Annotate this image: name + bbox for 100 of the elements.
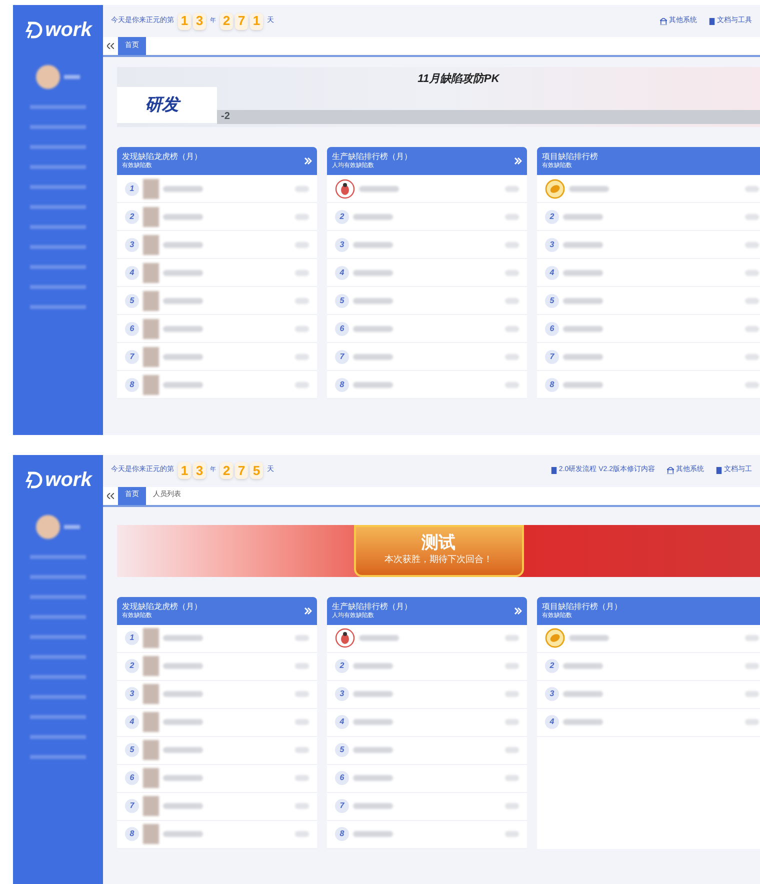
blurred-name bbox=[353, 326, 393, 332]
rank-number: 4 bbox=[545, 715, 559, 729]
blurred-name bbox=[163, 354, 203, 360]
blurred-name bbox=[353, 691, 393, 697]
blurred-name bbox=[163, 382, 203, 388]
blurred-name bbox=[563, 719, 603, 725]
logo-icon bbox=[24, 20, 44, 40]
counter-digit: 3 bbox=[193, 12, 206, 30]
rank-number: 2 bbox=[545, 210, 559, 224]
rank-number: 3 bbox=[545, 238, 559, 252]
counter-digit: 1 bbox=[178, 12, 191, 30]
blurred-menu-item[interactable] bbox=[30, 734, 86, 738]
rank-number: 7 bbox=[545, 350, 559, 364]
double-chevron-icon[interactable] bbox=[514, 606, 522, 614]
rank-number: 3 bbox=[125, 238, 139, 252]
rank-number: 1 bbox=[125, 631, 139, 645]
collapse-icon[interactable] bbox=[107, 492, 114, 498]
blurred-menu-item[interactable] bbox=[30, 225, 86, 229]
blurred-name bbox=[353, 214, 393, 220]
blurred-score bbox=[505, 775, 519, 781]
blurred-score bbox=[505, 803, 519, 809]
blurred-name bbox=[353, 242, 393, 248]
card-title: 发现缺陷龙虎榜（月） bbox=[122, 600, 203, 612]
blurred-menu-item[interactable] bbox=[30, 245, 86, 249]
blurred-score bbox=[505, 186, 519, 192]
logo-text: work bbox=[45, 470, 92, 490]
blurred-score bbox=[505, 270, 519, 276]
double-chevron-icon[interactable] bbox=[304, 606, 312, 614]
bug-icon bbox=[335, 628, 355, 648]
blurred-name bbox=[563, 354, 603, 360]
rank-number: 6 bbox=[125, 771, 139, 785]
medal-icon bbox=[545, 178, 565, 198]
winner-message: 本次获胜，期待下次回合！ bbox=[384, 553, 492, 566]
double-chevron-icon[interactable] bbox=[304, 157, 312, 165]
rank-number: 5 bbox=[125, 294, 139, 308]
blurred-name bbox=[569, 635, 609, 641]
blurred-score bbox=[505, 747, 519, 753]
blurred-name bbox=[563, 382, 603, 388]
blurred-menu-item[interactable] bbox=[30, 674, 86, 678]
user-avatar bbox=[36, 514, 60, 538]
blurred-name bbox=[163, 663, 203, 669]
blurred-menu-item[interactable] bbox=[30, 754, 86, 758]
logo-text: work bbox=[45, 20, 92, 40]
rank-number: 4 bbox=[125, 266, 139, 280]
counter-digit: 7 bbox=[235, 462, 248, 479]
blurred-name bbox=[563, 298, 603, 304]
blurred-name bbox=[163, 242, 203, 248]
blurred-menu-item[interactable] bbox=[30, 654, 86, 658]
blurred-menu-item[interactable] bbox=[30, 554, 86, 558]
collapse-icon[interactable] bbox=[107, 43, 114, 49]
blurred-username bbox=[64, 524, 80, 528]
blurred-menu-item[interactable] bbox=[30, 694, 86, 698]
blurred-menu-item[interactable] bbox=[30, 165, 86, 169]
blurred-name bbox=[353, 775, 393, 781]
blurred-name bbox=[163, 691, 203, 697]
rank-number: 4 bbox=[335, 266, 349, 280]
blurred-score bbox=[745, 270, 759, 276]
blurred-menu-item[interactable] bbox=[30, 125, 86, 129]
rank-number: 2 bbox=[335, 659, 349, 673]
team-name: 研发 bbox=[145, 94, 179, 116]
counter-digit: 2 bbox=[220, 12, 233, 30]
blurred-score bbox=[745, 382, 759, 388]
blurred-menu-item[interactable] bbox=[30, 574, 86, 578]
counter-digit: 3 bbox=[193, 462, 206, 479]
card-title: 发现缺陷龙虎榜（月） bbox=[122, 151, 203, 162]
double-chevron-icon[interactable] bbox=[514, 157, 522, 165]
blurred-score bbox=[295, 663, 309, 669]
blurred-score bbox=[505, 719, 519, 725]
blurred-menu-item[interactable] bbox=[30, 714, 86, 718]
rank-number: 2 bbox=[545, 659, 559, 673]
blurred-name bbox=[353, 719, 393, 725]
blurred-menu-item[interactable] bbox=[30, 634, 86, 638]
blurred-score bbox=[745, 326, 759, 332]
blurred-name bbox=[353, 663, 393, 669]
rank-number: 7 bbox=[125, 350, 139, 364]
rank-number: 5 bbox=[335, 743, 349, 757]
blurred-name bbox=[163, 298, 203, 304]
blurred-menu-item[interactable] bbox=[30, 205, 86, 209]
blurred-menu-item[interactable] bbox=[30, 614, 86, 618]
blurred-menu-item[interactable] bbox=[30, 305, 86, 309]
blurred-score bbox=[295, 270, 309, 276]
counter-digit: 2 bbox=[220, 462, 233, 479]
blurred-score bbox=[505, 326, 519, 332]
rank-number: 3 bbox=[125, 687, 139, 701]
blurred-name bbox=[353, 803, 393, 809]
blurred-menu-item[interactable] bbox=[30, 185, 86, 189]
rank-number: 3 bbox=[545, 687, 559, 701]
rank-number: 7 bbox=[335, 350, 349, 364]
blurred-score bbox=[745, 719, 759, 725]
blurred-menu-item[interactable] bbox=[30, 285, 86, 289]
blurred-name bbox=[353, 747, 393, 753]
rank-number: 6 bbox=[545, 322, 559, 336]
blurred-menu-item[interactable] bbox=[30, 594, 86, 598]
blurred-menu-item[interactable] bbox=[30, 145, 86, 149]
blurred-menu-item[interactable] bbox=[30, 105, 86, 109]
blurred-name bbox=[163, 270, 203, 276]
blurred-menu-item[interactable] bbox=[30, 265, 86, 269]
blurred-score bbox=[505, 691, 519, 697]
blurred-name bbox=[563, 691, 603, 697]
logo-icon bbox=[24, 470, 44, 490]
